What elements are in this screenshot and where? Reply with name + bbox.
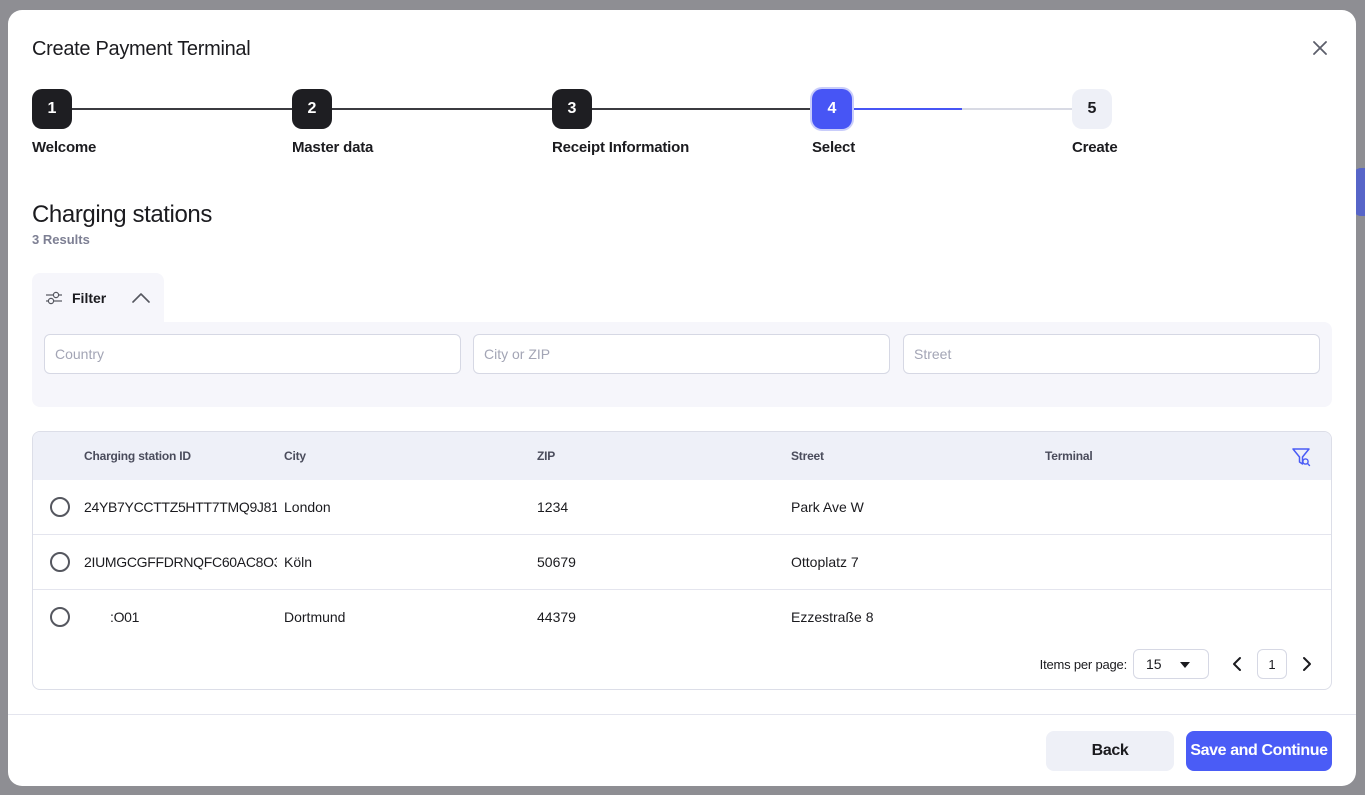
cell-city: London [284, 499, 331, 515]
street-input[interactable] [903, 334, 1320, 374]
cell-zip: 50679 [537, 554, 576, 570]
step-receipt-information[interactable]: 3 Receipt Information [552, 89, 752, 156]
step-master-data[interactable]: 2 Master data [292, 89, 492, 156]
step-number: 2 [292, 89, 332, 129]
table-row[interactable]: 24YB7YCCTTZ5HTT7TMQ9J81 London 1234 Park… [33, 480, 1331, 535]
footer-divider [8, 714, 1356, 715]
close-button[interactable] [1310, 38, 1330, 58]
city-zip-input[interactable] [473, 334, 890, 374]
pagination: Items per page: 15 1 [1040, 649, 1317, 679]
save-and-continue-button[interactable]: Save and Continue [1186, 731, 1332, 771]
cell-street: Ottoplatz 7 [791, 554, 859, 570]
next-page-button[interactable] [1297, 654, 1317, 674]
cell-station-id: 2IUMGCGFFDRNQFC60AC8O3 [84, 554, 277, 570]
step-number: 5 [1072, 89, 1112, 129]
cell-street: Ezzestraße 8 [791, 609, 874, 625]
filter-label: Filter [72, 290, 107, 306]
back-button[interactable]: Back [1046, 731, 1174, 771]
cell-station-id: 24YB7YCCTTZ5HTT7TMQ9J81 [84, 499, 277, 515]
table-row[interactable]: 2IUMGCGFFDRNQFC60AC8O3 Köln 50679 Ottopl… [33, 535, 1331, 590]
previous-page-button[interactable] [1227, 654, 1247, 674]
step-create: 5 Create [1072, 89, 1272, 156]
current-page-button[interactable]: 1 [1257, 649, 1287, 679]
items-per-page-value: 15 [1146, 656, 1162, 672]
sliders-icon [46, 291, 62, 305]
step-select[interactable]: 4 Select [812, 89, 1012, 156]
filter-panel [32, 322, 1332, 407]
step-number: 4 [812, 89, 852, 129]
chevron-up-icon [132, 293, 151, 303]
modal-title: Create Payment Terminal [32, 38, 251, 60]
charging-stations-table: Charging station ID City ZIP Street Term… [32, 431, 1332, 690]
row-select-radio[interactable] [50, 497, 70, 517]
row-select-radio[interactable] [50, 607, 70, 627]
column-header-terminal[interactable]: Terminal [1045, 449, 1093, 463]
table-row[interactable]: :O01 Dortmund 44379 Ezzestraße 8 [33, 590, 1331, 645]
cell-zip: 1234 [537, 499, 569, 515]
column-header-street[interactable]: Street [791, 449, 824, 463]
chevron-right-icon [1303, 657, 1311, 671]
step-number: 1 [32, 89, 72, 129]
table-header: Charging station ID City ZIP Street Term… [33, 432, 1331, 480]
cell-street: Park Ave W [791, 499, 864, 515]
column-header-zip[interactable]: ZIP [537, 449, 555, 463]
column-header-id[interactable]: Charging station ID [84, 449, 191, 463]
cell-zip: 44379 [537, 609, 576, 625]
create-terminal-modal: Create Payment Terminal 1 Welcome 2 Mast… [8, 10, 1356, 786]
cell-city: Köln [284, 554, 313, 570]
step-label: Master data [292, 139, 374, 156]
section-title: Charging stations [32, 201, 212, 228]
step-label: Welcome [32, 139, 97, 156]
stepper: 1 Welcome 2 Master data 3 Receipt Inform… [32, 89, 1152, 169]
step-welcome[interactable]: 1 Welcome [32, 89, 232, 156]
close-icon [1313, 41, 1327, 55]
filter-toggle[interactable]: Filter [32, 273, 164, 323]
cell-city: Dortmund [284, 609, 346, 625]
chevron-left-icon [1233, 657, 1241, 671]
items-per-page-select[interactable]: 15 [1133, 649, 1209, 679]
step-label: Select [812, 139, 855, 156]
step-number: 3 [552, 89, 592, 129]
country-input[interactable] [44, 334, 461, 374]
results-count: 3 Results [32, 232, 90, 247]
caret-down-icon [1180, 662, 1190, 668]
column-header-city[interactable]: City [284, 449, 306, 463]
step-label: Create [1072, 139, 1118, 156]
column-filter-icon[interactable] [1291, 447, 1311, 467]
step-label: Receipt Information [552, 139, 690, 156]
cell-station-id: :O01 [110, 609, 140, 625]
items-per-page-label: Items per page: [1039, 656, 1128, 672]
row-select-radio[interactable] [50, 552, 70, 572]
